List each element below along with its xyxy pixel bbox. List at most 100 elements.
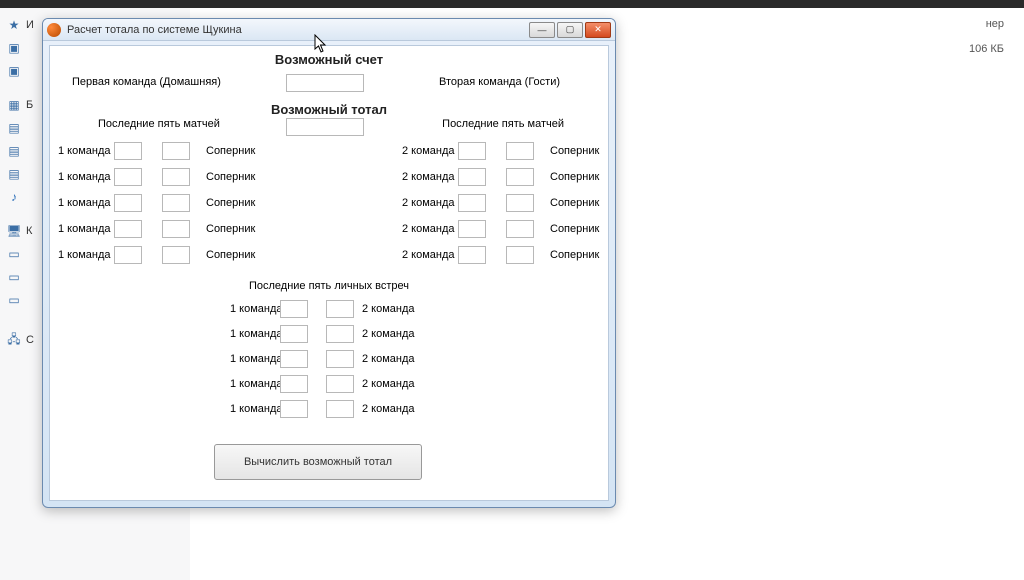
minimize-button[interactable]: — bbox=[529, 22, 555, 38]
away-team-label: Вторая команда (Гости) bbox=[439, 76, 560, 88]
team-score-input[interactable] bbox=[114, 220, 142, 238]
team2-label: 2 команда bbox=[362, 353, 415, 365]
team2-label: 2 команда bbox=[362, 328, 415, 340]
team-score-input[interactable] bbox=[114, 168, 142, 186]
app-icon bbox=[47, 23, 61, 37]
h2h-row: 1 команда 2 команда bbox=[230, 400, 460, 425]
close-button[interactable]: ✕ bbox=[585, 22, 611, 38]
opponent-score-input[interactable] bbox=[506, 142, 534, 160]
team-score-input[interactable] bbox=[458, 142, 486, 160]
libraries-label: Б bbox=[26, 99, 33, 111]
folder-icon: ▤ bbox=[6, 166, 22, 182]
opponent-score-input[interactable] bbox=[162, 168, 190, 186]
match-row: 1 командаСоперник bbox=[58, 142, 288, 168]
total-section-title: Возможный тотал bbox=[50, 102, 608, 117]
team-score-input[interactable] bbox=[114, 246, 142, 264]
opponent-score-input[interactable] bbox=[162, 246, 190, 264]
team1-score-input[interactable] bbox=[280, 300, 308, 318]
match-row: 1 команда Соперник bbox=[58, 246, 288, 272]
match-row: 2 команда Соперник bbox=[402, 194, 616, 220]
drive-icon: ▭ bbox=[6, 292, 22, 308]
score-input[interactable] bbox=[286, 74, 364, 92]
team1-score-input[interactable] bbox=[280, 400, 308, 418]
last5-right-label: Последние пять матчей bbox=[442, 118, 564, 130]
drive-icon: ▭ bbox=[6, 269, 22, 285]
library-icon: ▦ bbox=[6, 97, 22, 113]
team1-matches-grid: 1 команда Соперник 1 команда Соперник 1 кома… bbox=[58, 142, 288, 272]
match-row: 2 командаСоперник bbox=[402, 220, 616, 246]
h2h-title: Последние пять личных встреч bbox=[50, 280, 608, 292]
opponent-label: Соперник bbox=[550, 249, 599, 261]
team1-label: 1 команда bbox=[230, 403, 283, 415]
score-row: Первая команда (Домашняя) Вторая команда… bbox=[50, 74, 608, 94]
match-row: 2 командаСоперник bbox=[402, 142, 616, 168]
team-label: 1 команда bbox=[58, 145, 111, 157]
match-row: 2 команда Соперник bbox=[402, 246, 616, 272]
folder-icon: ▤ bbox=[6, 120, 22, 136]
computer-label: К bbox=[26, 225, 32, 237]
team-label: 2 команда bbox=[402, 249, 455, 261]
opponent-label: Соперник bbox=[550, 145, 599, 157]
team-score-input[interactable] bbox=[114, 194, 142, 212]
home-team-label: Первая команда (Домашняя) bbox=[72, 76, 221, 88]
file-size: 106 КБ bbox=[969, 43, 1004, 55]
opponent-label: Соперник bbox=[206, 171, 255, 183]
team2-score-input[interactable] bbox=[326, 350, 354, 368]
team2-score-input[interactable] bbox=[326, 300, 354, 318]
team1-score-input[interactable] bbox=[280, 350, 308, 368]
team1-label: 1 команда bbox=[230, 353, 283, 365]
team-label: 1 команда bbox=[58, 197, 111, 209]
window-client: Возможный счет Первая команда (Домашняя)… bbox=[49, 45, 609, 501]
team-score-input[interactable] bbox=[114, 142, 142, 160]
team2-score-input[interactable] bbox=[326, 400, 354, 418]
star-icon: ★ bbox=[6, 17, 22, 33]
opponent-label: Соперник bbox=[550, 197, 599, 209]
team-label: 1 команда bbox=[58, 249, 111, 261]
team1-label: 1 команда bbox=[230, 303, 283, 315]
team-label: 2 команда bbox=[402, 171, 455, 183]
team-score-input[interactable] bbox=[458, 168, 486, 186]
match-row: 2 команда Соперник bbox=[402, 168, 616, 194]
team1-label: 1 команда bbox=[230, 378, 283, 390]
opponent-score-input[interactable] bbox=[506, 194, 534, 212]
file-meta-label: нер bbox=[986, 18, 1004, 30]
folder-icon: ▣ bbox=[6, 40, 22, 56]
titlebar[interactable]: Расчет тотала по системе Щукина — ▢ ✕ bbox=[43, 19, 615, 41]
h2h-row: 1 команда 2 команда bbox=[230, 300, 460, 325]
team2-score-input[interactable] bbox=[326, 325, 354, 343]
folder-icon: ▤ bbox=[6, 143, 22, 159]
team-label: 1 команда bbox=[58, 171, 111, 183]
opponent-score-input[interactable] bbox=[162, 220, 190, 238]
match-row: 1 команда Соперник bbox=[58, 194, 288, 220]
maximize-button[interactable]: ▢ bbox=[557, 22, 583, 38]
team-label: 1 команда bbox=[58, 223, 111, 235]
team2-label: 2 команда bbox=[362, 378, 415, 390]
favorites-label: И bbox=[26, 19, 34, 31]
music-icon: ♪ bbox=[6, 189, 22, 205]
opponent-label: Соперник bbox=[206, 249, 255, 261]
match-row: 1 команда Соперник bbox=[58, 168, 288, 194]
computer-icon: 🖥 bbox=[6, 223, 22, 239]
total-input[interactable] bbox=[286, 118, 364, 136]
opponent-label: Соперник bbox=[206, 197, 255, 209]
team1-score-input[interactable] bbox=[280, 375, 308, 393]
opponent-score-input[interactable] bbox=[506, 246, 534, 264]
match-row: 1 командаСоперник bbox=[58, 220, 288, 246]
opponent-label: Соперник bbox=[550, 223, 599, 235]
opponent-score-input[interactable] bbox=[162, 142, 190, 160]
opponent-score-input[interactable] bbox=[506, 168, 534, 186]
window-controls: — ▢ ✕ bbox=[527, 22, 611, 38]
window-title: Расчет тотала по системе Щукина bbox=[67, 24, 527, 36]
opponent-score-input[interactable] bbox=[162, 194, 190, 212]
team2-score-input[interactable] bbox=[326, 375, 354, 393]
team-score-input[interactable] bbox=[458, 246, 486, 264]
team-score-input[interactable] bbox=[458, 194, 486, 212]
team1-score-input[interactable] bbox=[280, 325, 308, 343]
team2-label: 2 команда bbox=[362, 403, 415, 415]
team-label: 2 команда bbox=[402, 197, 455, 209]
calculate-button[interactable]: Вычислить возможный тотал bbox=[214, 444, 422, 480]
team2-label: 2 команда bbox=[362, 303, 415, 315]
team-score-input[interactable] bbox=[458, 220, 486, 238]
opponent-label: Соперник bbox=[550, 171, 599, 183]
opponent-score-input[interactable] bbox=[506, 220, 534, 238]
